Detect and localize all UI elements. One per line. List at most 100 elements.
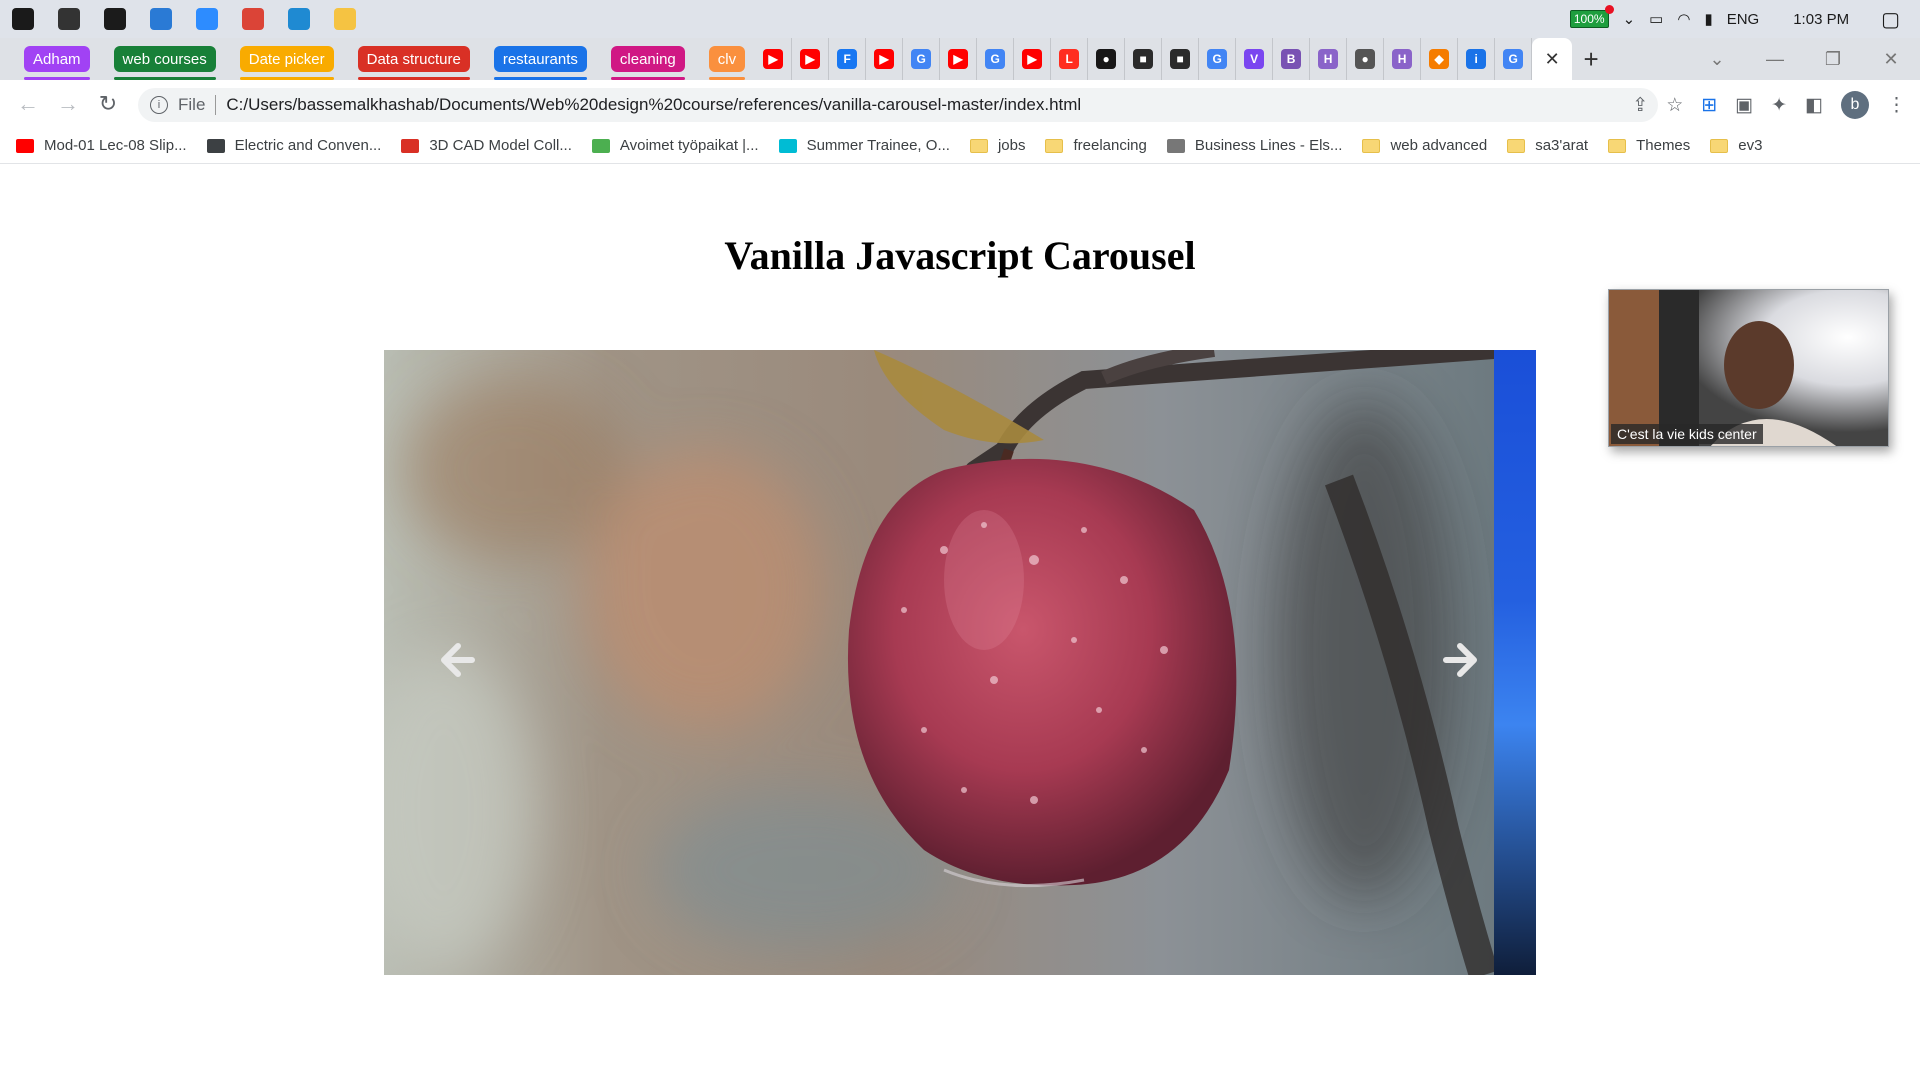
browser-tab[interactable]: B — [1273, 38, 1311, 80]
tab-group-chip[interactable]: Date picker — [239, 46, 334, 80]
language-indicator[interactable]: ENG — [1727, 11, 1760, 28]
bookmark-folder[interactable]: Themes — [1608, 137, 1690, 154]
bookmark-folder[interactable]: freelancing — [1045, 137, 1147, 154]
bookmark-folder[interactable]: jobs — [969, 137, 1026, 154]
chevron-down-icon[interactable]: ⌄ — [1623, 10, 1636, 28]
browser-tab[interactable]: L — [1051, 38, 1089, 80]
back-button[interactable]: ← — [8, 91, 48, 117]
bookmark-label: Summer Trainee, O... — [806, 137, 950, 154]
browser-tab[interactable]: ▶ — [792, 38, 830, 80]
site-icon — [206, 138, 225, 153]
browser-tab[interactable]: H — [1310, 38, 1348, 80]
taskbar-app[interactable] — [230, 0, 276, 38]
chrome-icon — [242, 8, 264, 30]
browser-tab[interactable]: ■ — [1125, 38, 1163, 80]
address-bar[interactable]: i File C:/Users/bassemalkhashab/Document… — [138, 88, 1658, 122]
arrow-right-icon — [1443, 643, 1477, 677]
browser-tab[interactable]: F — [829, 38, 867, 80]
gc-icon — [401, 138, 420, 153]
system-tray: 100% ⌄ ▭ ◠ ▮ ENG 1:03 PM ▢ — [1569, 0, 1920, 38]
bookmark-item[interactable]: Mod-01 Lec-08 Slip... — [16, 137, 187, 154]
folder-icon — [1362, 138, 1381, 153]
browser-tab[interactable]: i — [1458, 38, 1496, 80]
vuetify-icon: V — [1244, 49, 1265, 69]
tab-group-chip[interactable]: Data structure — [357, 46, 471, 80]
browser-tab[interactable]: ▶ — [755, 38, 793, 80]
info-icon[interactable]: i — [150, 96, 168, 114]
laravel-icon: L — [1059, 49, 1080, 69]
taskbar-app[interactable] — [46, 0, 92, 38]
browser-tab[interactable]: ◆ — [1421, 38, 1459, 80]
app-dark-icon: ■ — [1170, 49, 1191, 69]
battery-indicator[interactable]: 100% — [1569, 5, 1614, 28]
browser-tab[interactable]: G — [1199, 38, 1237, 80]
video-call-tile[interactable]: C'est la vie kids center — [1608, 289, 1889, 447]
taskbar-app[interactable] — [184, 0, 230, 38]
browser-tab[interactable]: ▶ — [940, 38, 978, 80]
bookmark-folder[interactable]: sa3'arat — [1507, 137, 1588, 154]
url-text[interactable]: C:/Users/bassemalkhashab/Documents/Web%2… — [226, 95, 1081, 115]
reload-button[interactable]: ↻ — [88, 91, 128, 117]
cast-icon[interactable]: ▣ — [1735, 94, 1753, 117]
display-icon[interactable]: ▭ — [1649, 10, 1663, 28]
browser-tab[interactable]: ● — [1347, 38, 1385, 80]
close-window-button[interactable]: ✕ — [1862, 49, 1920, 70]
browser-tab[interactable]: G — [977, 38, 1015, 80]
browser-tab[interactable]: ▶ — [1014, 38, 1052, 80]
taskbar-app[interactable] — [276, 0, 322, 38]
folder-icon — [1507, 138, 1526, 153]
bookmark-star-icon[interactable]: ☆ — [1666, 94, 1683, 117]
carousel-next-button[interactable] — [1434, 632, 1490, 688]
site-icon — [591, 138, 610, 153]
browser-tab[interactable]: V — [1236, 38, 1274, 80]
arrow-left-icon — [441, 643, 475, 677]
tab-group-chip[interactable]: clv — [708, 46, 746, 80]
bookmark-item[interactable]: Electric and Conven... — [206, 137, 381, 154]
browser-tab[interactable]: G — [903, 38, 941, 80]
menu-icon[interactable]: ⋮ — [1887, 94, 1906, 117]
extensions-icon[interactable]: ✦ — [1771, 94, 1787, 117]
bookmark-item[interactable]: Business Lines - Els... — [1166, 137, 1342, 154]
tab-search-icon[interactable]: ⌄ — [1688, 49, 1746, 70]
bookmark-label: sa3'arat — [1535, 137, 1589, 154]
wifi-icon[interactable]: ◠ — [1677, 10, 1690, 28]
page-title: Vanilla Javascript Carousel — [724, 233, 1196, 278]
bookmark-item[interactable]: Avoimet työpaikat |... — [591, 137, 759, 154]
forward-button[interactable]: → — [48, 91, 88, 117]
notifications-icon[interactable]: ▢ — [1881, 7, 1900, 32]
bookmark-item[interactable]: Summer Trainee, O... — [778, 137, 950, 154]
new-tab-button[interactable]: + — [1572, 44, 1610, 75]
bookmarks-bar: Mod-01 Lec-08 Slip... Electric and Conven… — [0, 128, 1920, 164]
window-controls: ⌄ — ❐ ✕ — [1688, 38, 1920, 80]
profile-avatar[interactable]: b — [1841, 91, 1869, 119]
bookmark-folder[interactable]: ev3 — [1710, 137, 1762, 154]
clock[interactable]: 1:03 PM — [1793, 11, 1849, 28]
carousel-prev-button[interactable] — [428, 632, 484, 688]
carousel-slide-apple — [384, 350, 1494, 975]
browser-tab[interactable]: ● — [1088, 38, 1126, 80]
battery-icon[interactable]: ▮ — [1704, 10, 1712, 28]
tab-group-chip[interactable]: Adham — [24, 46, 90, 80]
translate-icon[interactable]: ⊞ — [1701, 94, 1717, 117]
taskbar-app[interactable] — [0, 0, 46, 38]
bookmark-item[interactable]: 3D CAD Model Coll... — [401, 137, 572, 154]
browser-tab[interactable]: ▶ — [866, 38, 904, 80]
taskbar-apps — [0, 0, 368, 38]
tab-group-chip[interactable]: web courses — [113, 46, 216, 80]
tab-group-chip[interactable]: restaurants — [493, 46, 587, 80]
side-panel-icon[interactable]: ◧ — [1805, 94, 1823, 117]
taskbar-app[interactable] — [138, 0, 184, 38]
browser-tab[interactable]: H — [1384, 38, 1422, 80]
browser-tab[interactable]: ■ — [1162, 38, 1200, 80]
bookmark-folder[interactable]: web advanced — [1362, 137, 1487, 154]
active-tab-close-icon[interactable]: ✕ — [1532, 38, 1573, 80]
taskbar-app[interactable] — [92, 0, 138, 38]
minimize-button[interactable]: — — [1746, 49, 1804, 70]
restore-button[interactable]: ❐ — [1804, 49, 1862, 70]
folder-icon — [1608, 138, 1627, 153]
taskbar-app[interactable] — [322, 0, 368, 38]
tab-group-chip[interactable]: cleaning — [610, 46, 685, 80]
bookmark-label: jobs — [997, 137, 1026, 154]
browser-tab[interactable]: G — [1495, 38, 1533, 80]
share-icon[interactable]: ⇪ — [1632, 94, 1648, 117]
